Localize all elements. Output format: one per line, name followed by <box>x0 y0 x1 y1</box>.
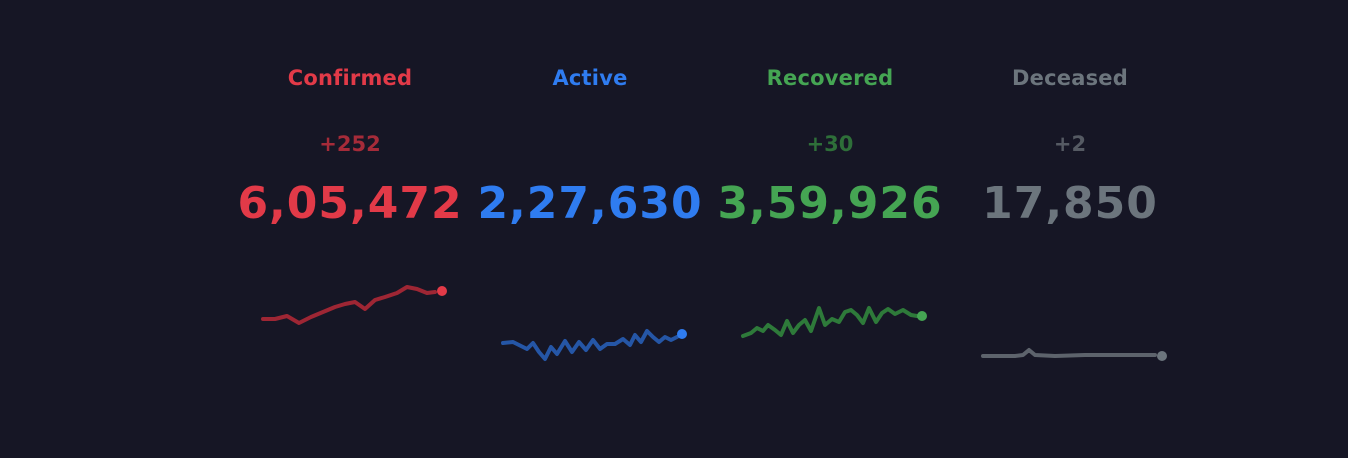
stats-panel: Confirmed +252 6,05,472 Active 2,27,630 … <box>230 0 1190 458</box>
sparkline-recovered-dot <box>917 311 927 321</box>
sparkline-deceased <box>981 348 1167 361</box>
stat-value-active: 2,27,630 <box>477 178 703 229</box>
stat-active[interactable]: Active 2,27,630 <box>470 0 710 458</box>
sparkline-active-dot <box>677 329 687 339</box>
sparkline-active <box>501 329 687 361</box>
stat-value-recovered: 3,59,926 <box>717 178 943 229</box>
sparkline-confirmed <box>261 285 447 325</box>
stat-confirmed[interactable]: Confirmed +252 6,05,472 <box>230 0 470 458</box>
sparkline-active-line <box>501 329 679 361</box>
stat-label-confirmed: Confirmed <box>287 66 413 90</box>
stat-deceased[interactable]: Deceased +2 17,850 <box>950 0 1190 458</box>
sparkline-confirmed-dot <box>437 286 447 296</box>
sparkline-deceased-dot <box>1157 351 1167 361</box>
stat-label-active: Active <box>552 66 628 90</box>
stat-value-confirmed: 6,05,472 <box>237 178 463 229</box>
stat-value-deceased: 17,850 <box>982 178 1158 229</box>
stat-label-recovered: Recovered <box>766 66 894 90</box>
stat-label-deceased: Deceased <box>1012 66 1128 90</box>
sparkline-deceased-line <box>981 348 1157 358</box>
stat-delta-confirmed: +252 <box>319 132 381 156</box>
stat-delta-recovered: +30 <box>806 132 854 156</box>
sparkline-recovered-line <box>741 306 919 338</box>
stat-delta-deceased: +2 <box>1053 132 1087 156</box>
sparkline-confirmed-line <box>261 285 437 325</box>
sparkline-recovered <box>741 306 927 338</box>
stat-recovered[interactable]: Recovered +30 3,59,926 <box>710 0 950 458</box>
